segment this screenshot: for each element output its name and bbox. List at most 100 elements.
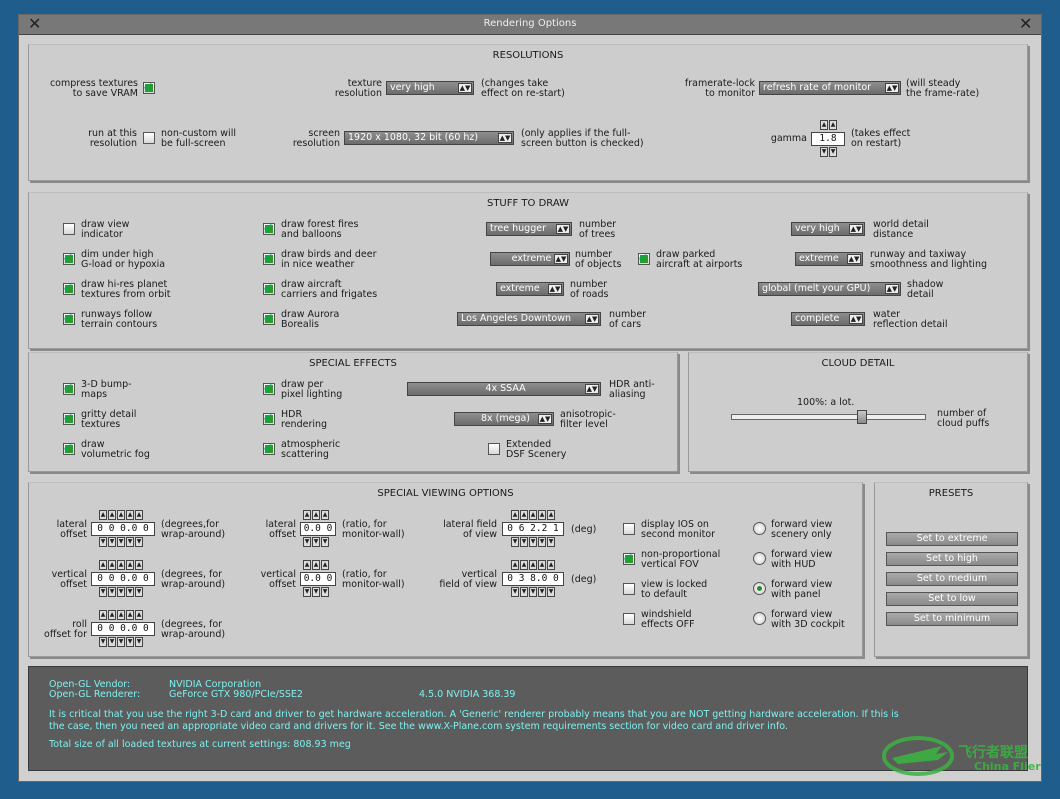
birds-deer-checkbox[interactable]: [263, 251, 275, 265]
with-3d-cockpit-radio[interactable]: [753, 612, 766, 625]
trees-dropdown[interactable]: tree hugger ▲▼: [486, 222, 572, 236]
vertical-fov-up-arrows[interactable]: ▲ ▲ ▲ ▲ ▲: [511, 560, 555, 570]
renderer-value: GeForce GTX 980/PCIe/SSE2: [169, 689, 303, 700]
hires-planet-checkbox[interactable]: [63, 281, 75, 295]
radio-label: forward view with HUD: [771, 549, 833, 570]
gamma-input[interactable]: 1.8: [811, 132, 845, 146]
cars-label: number of cars: [609, 309, 647, 330]
lateral-offset-down-arrows[interactable]: ▼ ▼ ▼ ▼ ▼: [99, 537, 143, 547]
texture-dropdown[interactable]: very high ▲▼: [386, 81, 474, 95]
world-detail-dropdown[interactable]: very high ▲▼: [791, 222, 865, 236]
roll-offset-note: (degrees, for wrap-around): [161, 619, 226, 640]
runway-dropdown[interactable]: extreme ▲▼: [795, 252, 863, 266]
vertical-ratio-input[interactable]: 0.0 0: [300, 572, 336, 586]
dropdown-arrow-icon: ▲▼: [585, 384, 599, 394]
vertical-offset-input[interactable]: 0 0 0.0 0: [91, 572, 155, 586]
dropdown-arrow-icon: ▲▼: [548, 284, 562, 294]
check-label: draw forest fires and balloons: [281, 219, 359, 240]
lateral-ratio-down-arrows[interactable]: ▼ ▼ ▼: [303, 537, 329, 547]
screen-label: screen resolution: [292, 128, 340, 149]
set-minimum-button[interactable]: Set to minimum: [886, 612, 1018, 626]
dim-g-load-checkbox[interactable]: [63, 251, 75, 265]
with-hud-radio[interactable]: [753, 552, 766, 565]
lateral-fov-note: (deg): [571, 524, 597, 535]
runways-terrain-checkbox[interactable]: [63, 311, 75, 325]
gamma-up-arrows[interactable]: ▲ ▲: [820, 120, 837, 130]
display-ios-checkbox[interactable]: [623, 523, 635, 535]
dropdown-arrow-icon: ▲▼: [847, 254, 861, 264]
close-icon[interactable]: ✕: [1019, 14, 1032, 33]
cars-dropdown[interactable]: Los Angeles Downtown ▲▼: [457, 312, 601, 326]
hdr-rendering-checkbox[interactable]: [263, 411, 275, 425]
extended-dsf-checkbox[interactable]: [488, 443, 500, 455]
non-proportional-fov-checkbox[interactable]: [623, 551, 635, 565]
atmospheric-scattering-checkbox[interactable]: [263, 441, 275, 455]
check-label: 3-D bump- maps: [81, 379, 132, 400]
acceleration-warning: It is critical that you use the right 3-…: [49, 709, 899, 732]
pixel-lighting-checkbox[interactable]: [263, 381, 275, 395]
aniso-label: anisotropic- filter level: [560, 409, 616, 430]
carriers-checkbox[interactable]: [263, 281, 275, 295]
viewing-title: SPECIAL VIEWING OPTIONS: [377, 488, 514, 499]
dropdown-arrow-icon: ▲▼: [849, 224, 863, 234]
set-low-button[interactable]: Set to low: [886, 592, 1018, 606]
lateral-offset-input[interactable]: 0 0 0.0 0: [91, 522, 155, 536]
texture-value: very high: [390, 82, 435, 93]
view-locked-checkbox[interactable]: [623, 583, 635, 595]
gritty-textures-checkbox[interactable]: [63, 411, 75, 425]
bump-maps-checkbox[interactable]: [63, 381, 75, 395]
lateral-ratio-input[interactable]: 0.0 0: [300, 522, 336, 536]
check-label: draw aircraft carriers and frigates: [281, 279, 378, 300]
vertical-fov-down-arrows[interactable]: ▼ ▼ ▼ ▼ ▼: [511, 587, 555, 597]
hdr-aa-dropdown[interactable]: 4x SSAA ▲▼: [407, 382, 601, 396]
lateral-fov-label: lateral field of view: [443, 519, 497, 540]
aniso-dropdown[interactable]: 8x (mega) ▲▼: [454, 412, 554, 426]
roll-offset-input[interactable]: 0 0 0.0 0: [91, 622, 155, 636]
run-checkbox[interactable]: [143, 132, 155, 144]
airplane-logo-icon: [882, 736, 954, 776]
special-effects-panel: SPECIAL EFFECTS 3-D bump- maps gritty de…: [28, 352, 678, 472]
set-high-button[interactable]: Set to high: [886, 552, 1018, 566]
parked-aircraft-checkbox[interactable]: [638, 251, 650, 265]
cloud-slider-track[interactable]: [731, 414, 926, 420]
cloud-slider-thumb[interactable]: [856, 410, 867, 424]
lateral-ratio-up-arrows[interactable]: ▲ ▲ ▲: [303, 510, 329, 520]
compress-checkbox[interactable]: [143, 80, 155, 94]
screen-value: 1920 x 1080, 32 bit (60 hz): [348, 132, 479, 143]
check-label: draw Aurora Borealis: [281, 309, 340, 330]
framerate-note: (will steady the frame-rate): [906, 78, 980, 99]
vertical-ratio-down-arrows[interactable]: ▼ ▼ ▼: [303, 587, 329, 597]
set-medium-button[interactable]: Set to medium: [886, 572, 1018, 586]
volumetric-fog-checkbox[interactable]: [63, 441, 75, 455]
shadow-label: shadow detail: [907, 279, 944, 300]
vertical-offset-down-arrows[interactable]: ▼ ▼ ▼ ▼ ▼: [99, 587, 143, 597]
objects-dropdown[interactable]: extreme ▲▼: [490, 252, 570, 266]
roll-offset-up-arrows[interactable]: ▲ ▲ ▲ ▲ ▲: [99, 610, 143, 620]
lateral-fov-input[interactable]: 0 6 2.2 1: [502, 522, 564, 536]
aurora-checkbox[interactable]: [263, 311, 275, 325]
water-dropdown[interactable]: complete ▲▼: [791, 312, 865, 326]
lateral-fov-down-arrows[interactable]: ▼ ▼ ▼ ▼ ▼: [511, 537, 555, 547]
windshield-effects-checkbox[interactable]: [623, 613, 635, 625]
framerate-dropdown[interactable]: refresh rate of monitor ▲▼: [759, 81, 901, 95]
view-indicator-checkbox[interactable]: [63, 223, 75, 235]
check-label: dim under high G-load or hypoxia: [81, 249, 166, 270]
set-extreme-button[interactable]: Set to extreme: [886, 532, 1018, 546]
gamma-down-arrows[interactable]: ▼ ▼: [820, 147, 837, 157]
compress-label: compress textures to save VRAM: [49, 78, 138, 99]
with-panel-radio[interactable]: [753, 582, 766, 595]
screen-dropdown[interactable]: 1920 x 1080, 32 bit (60 hz) ▲▼: [344, 131, 514, 145]
scenery-only-radio[interactable]: [753, 522, 766, 535]
lateral-offset-up-arrows[interactable]: ▲ ▲ ▲ ▲ ▲: [99, 510, 143, 520]
roll-offset-down-arrows[interactable]: ▼ ▼ ▼ ▼ ▼: [99, 637, 143, 647]
dropdown-arrow-icon: ▲▼: [885, 83, 899, 93]
forest-fires-checkbox[interactable]: [263, 221, 275, 235]
vertical-offset-up-arrows[interactable]: ▲ ▲ ▲ ▲ ▲: [99, 560, 143, 570]
viewing-options-panel: SPECIAL VIEWING OPTIONS lateral offset ▲…: [28, 482, 863, 657]
texture-total: Total size of all loaded textures at cur…: [49, 739, 351, 750]
roads-dropdown[interactable]: extreme ▲▼: [496, 282, 564, 296]
vertical-fov-input[interactable]: 0 3 8.0 0: [502, 572, 564, 586]
vertical-ratio-up-arrows[interactable]: ▲ ▲ ▲: [303, 560, 329, 570]
lateral-fov-up-arrows[interactable]: ▲ ▲ ▲ ▲ ▲: [511, 510, 555, 520]
shadow-dropdown[interactable]: global (melt your GPU) ▲▼: [758, 282, 901, 296]
